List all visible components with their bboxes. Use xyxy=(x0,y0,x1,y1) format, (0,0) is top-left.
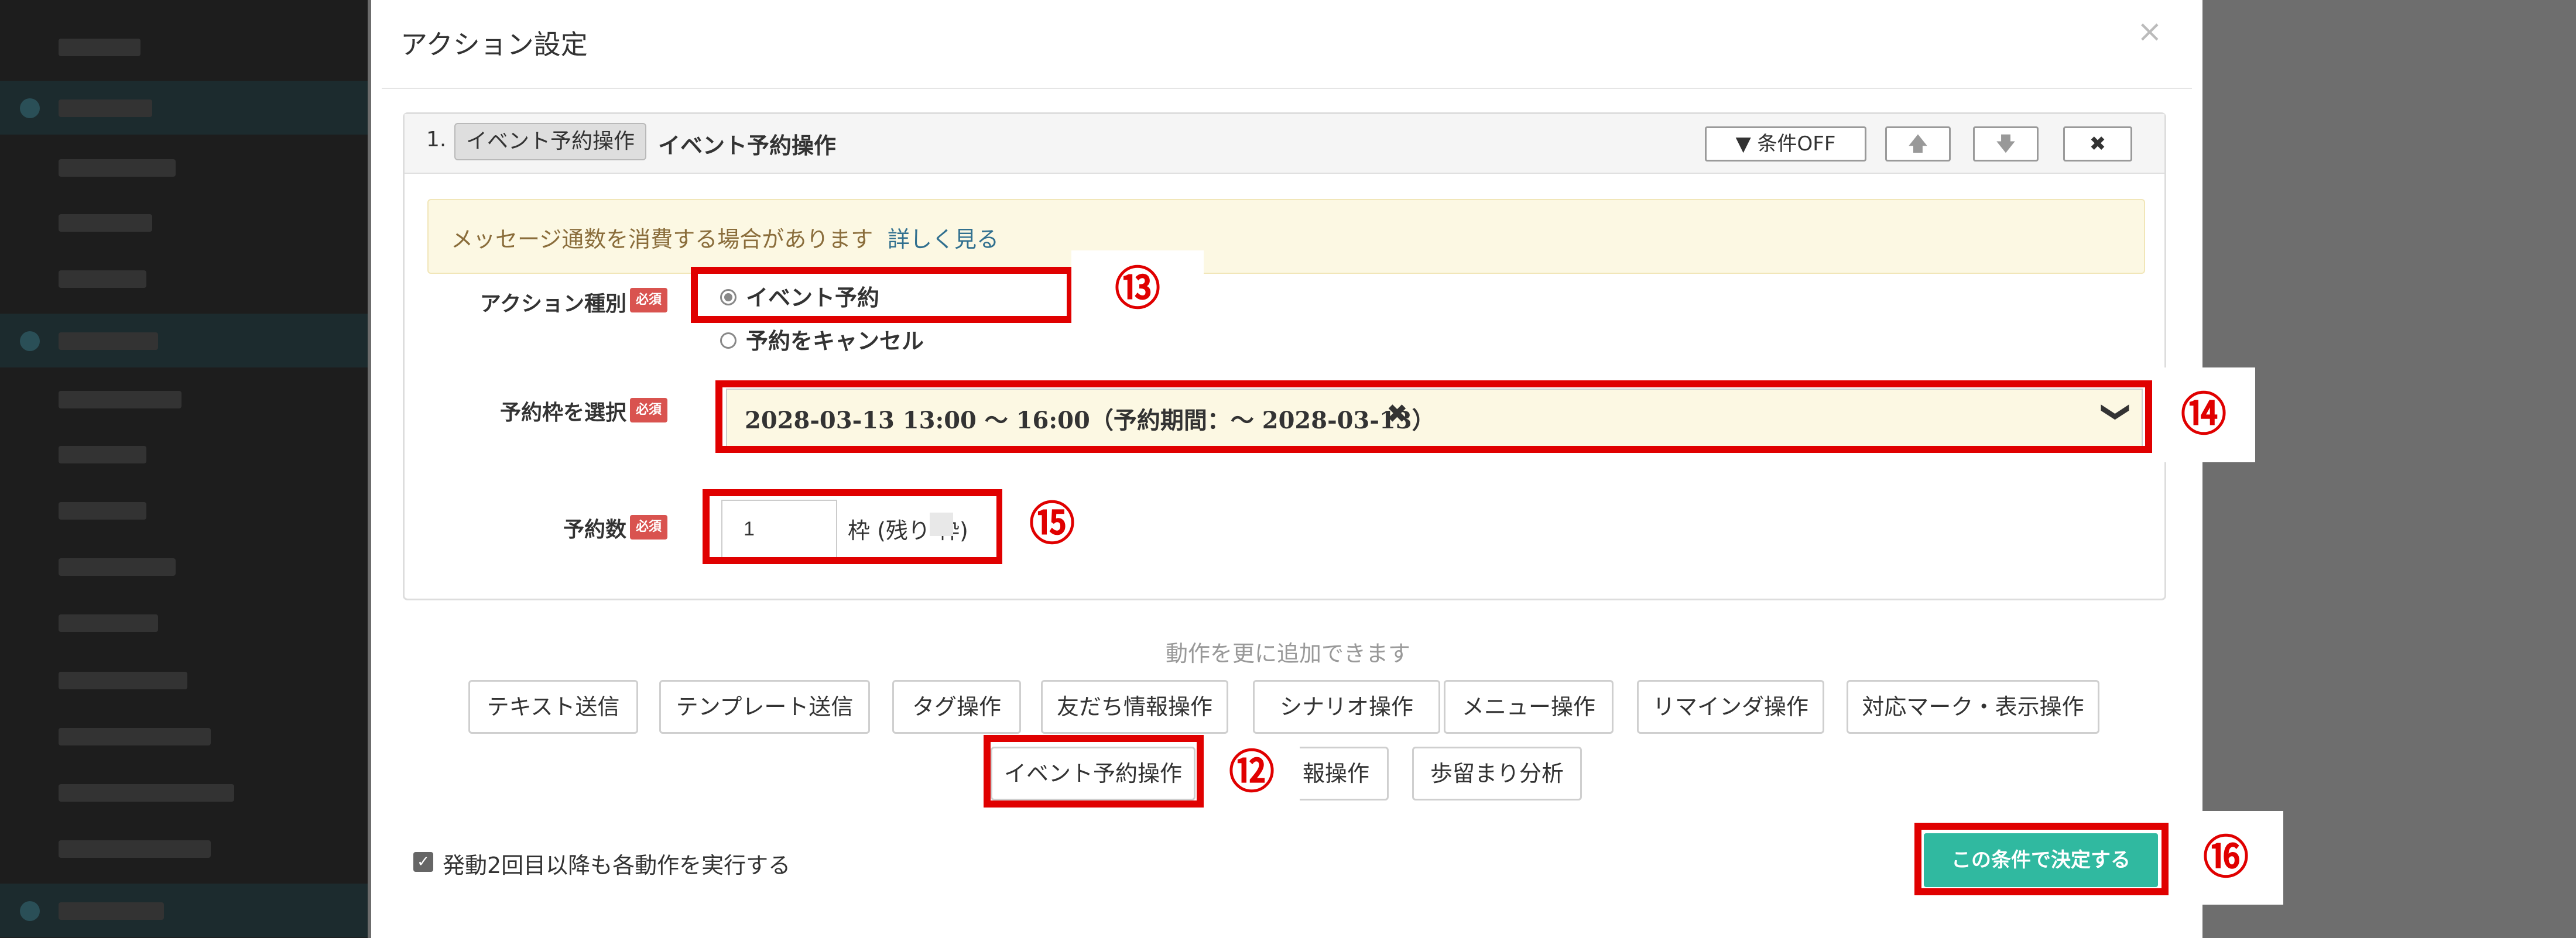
add-event-reserve-button[interactable]: イベント予約操作 xyxy=(991,747,1195,800)
callout-15: ⑮ xyxy=(1002,483,1102,565)
notice-details-link[interactable]: 詳しく見る xyxy=(888,221,999,253)
action-type-label: アクション種別 xyxy=(479,292,626,316)
callout-16: ⑯ xyxy=(2169,811,2283,905)
repeat-actions-checkbox[interactable]: ✓ xyxy=(413,852,433,872)
move-down-button[interactable]: 🡇 xyxy=(1973,126,2039,162)
add-actions-hint: 動作を更に追加できます xyxy=(1165,641,1410,666)
repeat-actions-label: 発動2回目以降も各動作を実行する xyxy=(443,853,791,878)
slot-label: 予約枠を選択 xyxy=(499,401,626,425)
radio-label: 予約をキャンセル xyxy=(746,328,924,354)
add-friend-info-button[interactable]: 友だち情報操作 xyxy=(1041,680,1228,734)
required-badge: 必須 xyxy=(630,515,668,540)
background-overlay xyxy=(2202,0,2576,938)
action-type-tag: イベント予約操作 xyxy=(454,123,647,160)
move-up-button[interactable]: 🡅 xyxy=(1885,126,1951,162)
highlight-box xyxy=(1914,823,2169,895)
delete-action-button[interactable]: ✖ xyxy=(2063,126,2132,162)
radio-cancel-reserve[interactable]: 予約をキャンセル xyxy=(720,323,924,355)
required-badge: 必須 xyxy=(630,288,668,312)
add-tag-action-button[interactable]: タグ操作 xyxy=(892,680,1021,734)
callout-13: ⑬ xyxy=(1071,250,1204,328)
callout-12: ⑫ xyxy=(1204,734,1300,811)
add-template-send-button[interactable]: テンプレート送信 xyxy=(659,680,870,734)
add-text-send-button[interactable]: テキスト送信 xyxy=(468,680,638,734)
callout-14: ⑭ xyxy=(2152,367,2255,462)
add-reminder-button[interactable]: リマインダ操作 xyxy=(1637,680,1824,734)
highlight-box xyxy=(703,489,1003,564)
radio-unchecked-icon[interactable] xyxy=(720,332,737,349)
add-scenario-button[interactable]: シナリオ操作 xyxy=(1253,680,1440,734)
highlight-box xyxy=(691,267,1074,323)
required-badge: 必須 xyxy=(630,398,668,422)
add-menu-button[interactable]: メニュー操作 xyxy=(1444,680,1614,734)
notice-text: メッセージ通数を消費する場合があります xyxy=(451,226,873,252)
action-name: イベント予約操作 xyxy=(658,133,837,159)
divider xyxy=(382,88,2192,89)
action-number: 1. xyxy=(426,128,447,152)
highlight-box xyxy=(715,380,2152,453)
modal-title: アクション設定 xyxy=(400,29,588,60)
add-yield-analysis-button[interactable]: 歩留まり分析 xyxy=(1412,747,1582,800)
close-icon[interactable]: × xyxy=(2137,16,2163,47)
add-mark-display-button[interactable]: 対応マーク・表示操作 xyxy=(1847,680,2099,734)
background-sidebar xyxy=(0,0,368,938)
count-label: 予約数 xyxy=(563,518,626,542)
condition-toggle-button[interactable]: ▼ 条件OFF xyxy=(1705,126,1866,162)
